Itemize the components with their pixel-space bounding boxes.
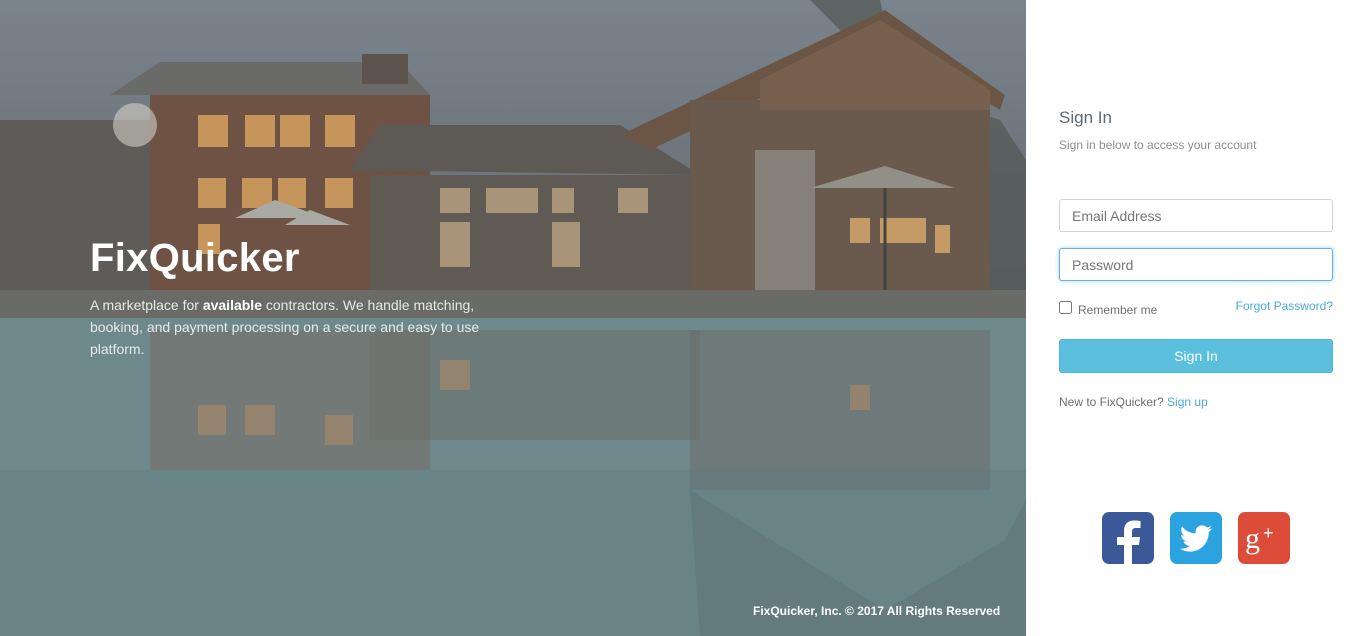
signin-panel: Sign In Sign in below to access your acc… xyxy=(1026,0,1366,636)
svg-text:g: g xyxy=(1245,522,1260,555)
facebook-button[interactable] xyxy=(1102,512,1154,564)
password-field[interactable] xyxy=(1059,248,1333,281)
twitter-icon xyxy=(1179,525,1212,552)
remember-me-checkbox[interactable] xyxy=(1059,300,1072,314)
signup-link[interactable]: Sign up xyxy=(1167,395,1208,409)
svg-text:+: + xyxy=(1263,523,1274,543)
signup-prompt: New to FixQuicker? Sign up xyxy=(1059,395,1208,409)
signin-title: Sign In xyxy=(1059,108,1112,127)
forgot-password-link[interactable]: Forgot Password? xyxy=(1236,299,1333,313)
tagline-start: A marketplace for xyxy=(90,297,203,313)
tagline-highlight: available xyxy=(202,297,262,313)
remember-me-label: Remember me xyxy=(1078,303,1158,317)
brand-tagline: A marketplace for available contractors.… xyxy=(90,294,490,360)
hero-background: FixQuicker A marketplace for available c… xyxy=(0,0,1026,636)
twitter-button[interactable] xyxy=(1170,512,1222,564)
signin-subtitle: Sign in below to access your account xyxy=(1059,138,1257,152)
signin-button[interactable]: Sign In xyxy=(1059,339,1333,373)
google-plus-icon: g + xyxy=(1245,522,1274,555)
signup-prompt-text: New to FixQuicker? xyxy=(1059,395,1164,409)
facebook-icon xyxy=(1117,520,1141,564)
google-plus-button[interactable]: g + xyxy=(1238,512,1290,564)
copyright-text: FixQuicker, Inc. © 2017 All Rights Reser… xyxy=(753,604,1001,618)
remember-me[interactable]: Remember me xyxy=(1059,300,1158,317)
email-field[interactable] xyxy=(1059,199,1333,232)
brand-title: FixQuicker xyxy=(90,236,300,280)
